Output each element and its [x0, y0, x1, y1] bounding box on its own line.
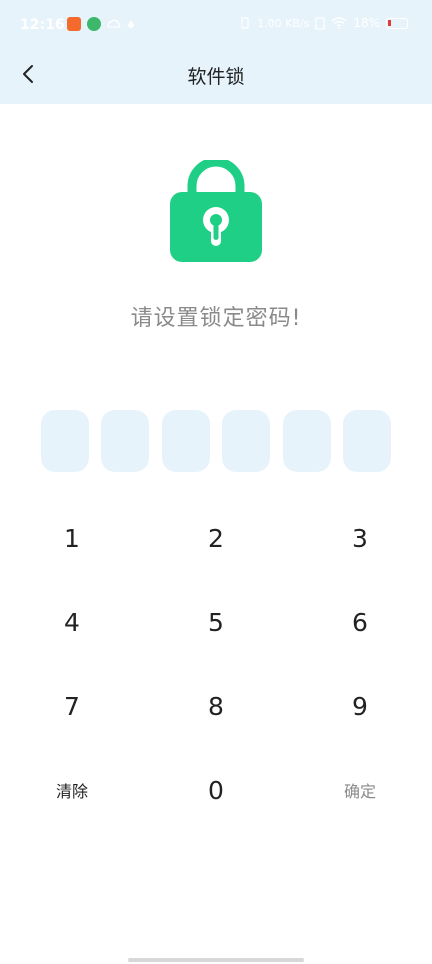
battery-icon — [386, 17, 408, 29]
key-1[interactable]: 1 — [12, 498, 132, 578]
confirm-button[interactable]: 确定 — [300, 750, 420, 830]
set-password-prompt: 请设置锁定密码! — [130, 306, 302, 331]
wifi-icon — [331, 17, 347, 29]
pin-box — [41, 410, 89, 472]
page-title: 软件锁 — [187, 66, 245, 88]
app-notification-icon-2 — [87, 17, 101, 31]
system-status-icons: 1.00 KB/s 18% — [239, 16, 408, 30]
key-7[interactable]: 7 — [12, 666, 132, 746]
cloud-icon — [107, 19, 121, 28]
notification-icons — [67, 17, 135, 31]
sim-icon — [315, 16, 325, 30]
pin-box — [222, 410, 271, 472]
navigation-bar: 软件锁 — [0, 52, 432, 96]
clear-button[interactable]: 清除 — [12, 750, 132, 830]
pin-box — [101, 410, 150, 472]
drop-icon — [128, 19, 134, 28]
key-5[interactable]: 5 — [156, 582, 276, 662]
app-notification-icon — [67, 17, 81, 31]
pin-box — [161, 410, 210, 472]
battery-percent: 18% — [353, 16, 380, 30]
pin-box — [342, 410, 391, 472]
key-0[interactable]: 0 — [156, 750, 276, 830]
key-8[interactable]: 8 — [156, 666, 276, 746]
network-speed: 1.00 KB/s — [257, 16, 310, 30]
home-indicator[interactable] — [128, 958, 304, 962]
key-9[interactable]: 9 — [300, 666, 420, 746]
key-6[interactable]: 6 — [300, 582, 420, 662]
pin-box — [282, 410, 331, 472]
key-3[interactable]: 3 — [300, 498, 420, 578]
key-2[interactable]: 2 — [156, 498, 276, 578]
padlock-icon — [170, 160, 262, 262]
key-4[interactable]: 4 — [12, 582, 132, 662]
status-bar: 12:16 1.00 KB/s 18% — [0, 0, 432, 52]
pin-input-row — [41, 410, 391, 472]
vibrate-icon — [241, 17, 249, 29]
status-time: 12:16 — [20, 17, 65, 33]
